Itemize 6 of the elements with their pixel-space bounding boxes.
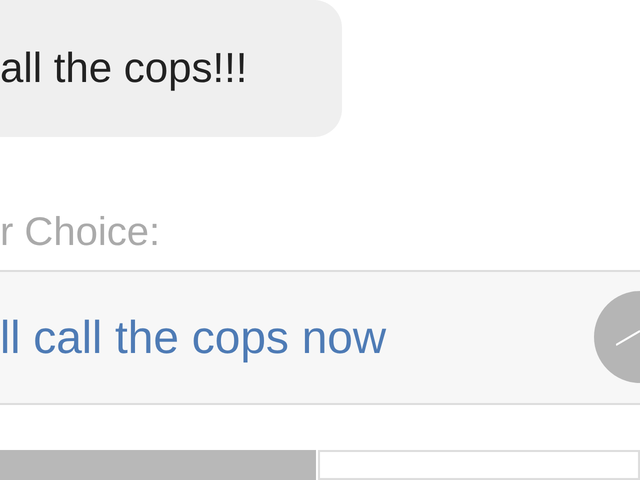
choice-option[interactable]: ll call the cops now: [0, 270, 640, 406]
input-field[interactable]: [318, 450, 640, 480]
prompt-label: r Choice:: [0, 212, 160, 252]
message-text: all the cops!!!: [0, 47, 248, 90]
choice-text: ll call the cops now: [0, 314, 386, 360]
action-button[interactable]: [0, 450, 316, 480]
